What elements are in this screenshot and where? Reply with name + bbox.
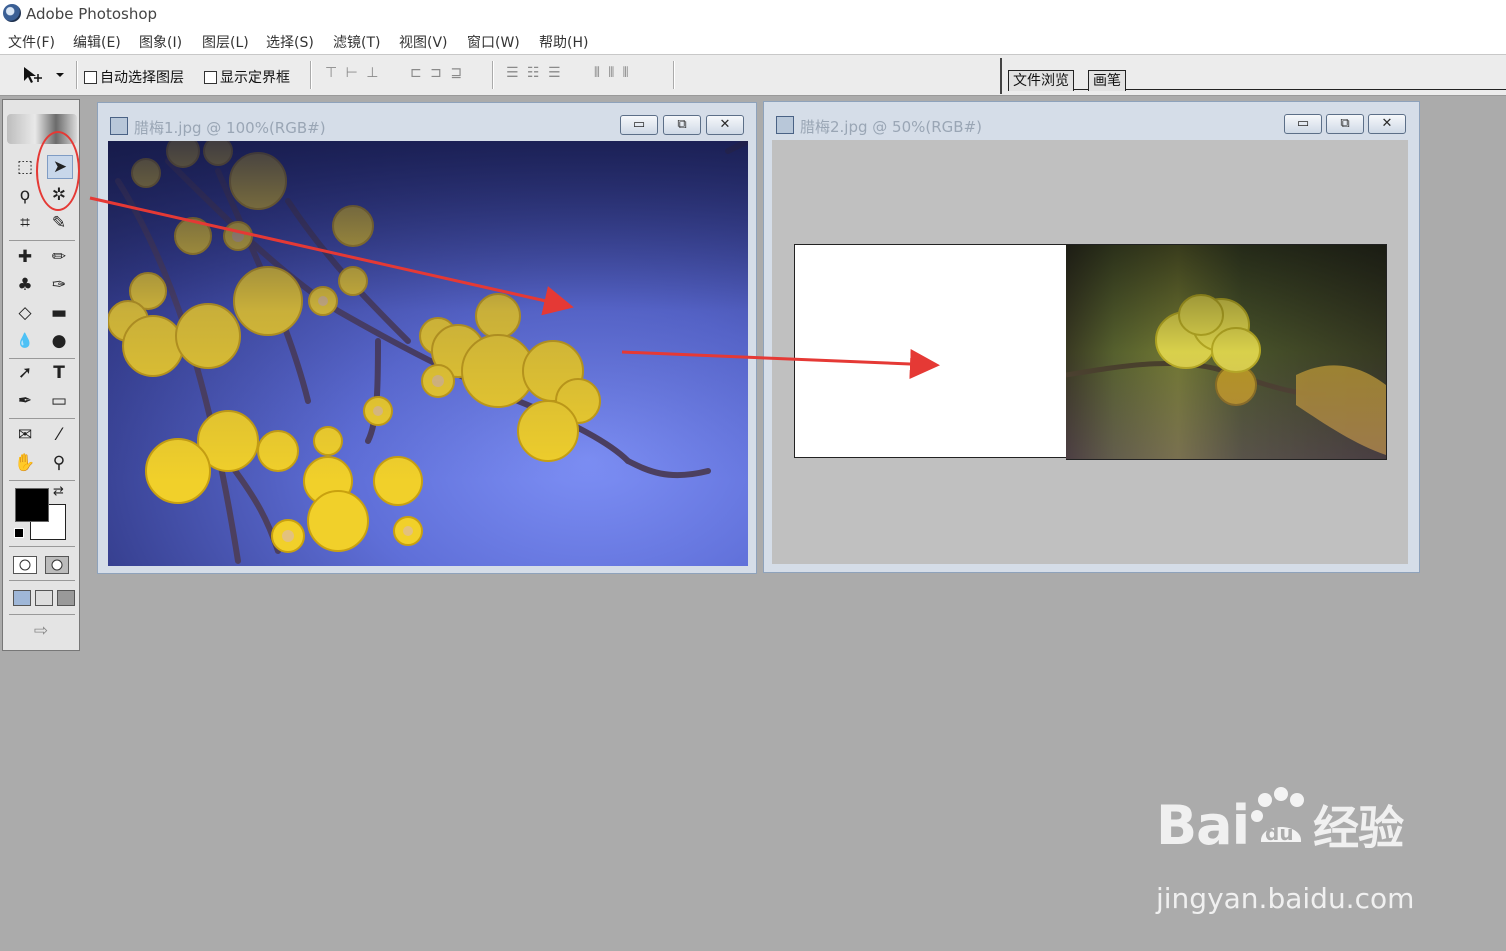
blur-tool-icon[interactable]: 💧 xyxy=(13,330,37,352)
distribute-vertical-icons[interactable]: ☰ ☷ ☰ xyxy=(506,65,563,81)
brush-tool-icon[interactable]: ✏ xyxy=(47,246,71,268)
tab-brushes[interactable]: 画笔 xyxy=(1088,70,1126,91)
document-2-white-area[interactable] xyxy=(794,244,1067,458)
marquee-tool-icon[interactable]: ⬚ xyxy=(13,156,37,178)
standard-screen-mode-button[interactable] xyxy=(13,590,31,606)
menu-file[interactable]: 文件(F) xyxy=(8,32,55,52)
notes-tool-icon[interactable]: ✉ xyxy=(13,424,37,446)
checkbox-box[interactable] xyxy=(84,70,97,84)
default-colors-icon[interactable] xyxy=(14,528,24,538)
align-vertical-icons[interactable]: ⊤ ⊢ ⊥ xyxy=(325,65,381,81)
checkbox-box[interactable] xyxy=(204,70,217,84)
maximize-button[interactable]: ⧉ xyxy=(663,115,701,135)
slice-tool-icon[interactable]: ✎ xyxy=(47,212,71,234)
menu-filter[interactable]: 滤镜(T) xyxy=(333,32,380,52)
document-icon xyxy=(776,116,794,134)
swap-colors-icon[interactable]: ⇄ xyxy=(53,484,64,499)
document-1-canvas[interactable] xyxy=(108,141,748,566)
baidu-jingyan-watermark: Bai du 经验 jingyan.baidu.com xyxy=(1156,786,1414,915)
auto-select-layer-label: 自动选择图层 xyxy=(100,70,184,86)
zoom-tool-icon[interactable]: ⚲ xyxy=(47,452,71,474)
watermark-chinese: 经验 xyxy=(1313,801,1404,855)
full-screen-menu-mode-button[interactable] xyxy=(35,590,53,606)
watermark-brand: Bai xyxy=(1156,794,1250,857)
foreground-color-swatch[interactable] xyxy=(15,488,49,522)
standard-mode-button[interactable] xyxy=(13,556,37,574)
menu-bar: 文件(F) 编辑(E) 图象(I) 图层(L) 选择(S) 滤镜(T) 视图(V… xyxy=(0,28,1506,55)
pen-tool-icon[interactable]: ✒ xyxy=(13,390,37,412)
clone-stamp-tool-icon[interactable]: ♣ xyxy=(13,274,37,296)
show-bounding-box-checkbox[interactable]: 显示定界框 xyxy=(204,67,290,87)
move-tool-icon xyxy=(24,67,64,83)
history-brush-tool-icon[interactable]: ✑ xyxy=(47,274,71,296)
document-2-titlebar[interactable]: 腊梅2.jpg @ 50%(RGB#) ▭ ⧉ ✕ xyxy=(764,102,1419,138)
quick-mask-mode-button[interactable] xyxy=(45,556,69,574)
document-1-titlebar[interactable]: 腊梅1.jpg @ 100%(RGB#) ▭ ⧉ ✕ xyxy=(98,103,756,139)
baidu-paw-icon: du xyxy=(1251,787,1305,845)
document-1-title: 腊梅1.jpg @ 100%(RGB#) xyxy=(134,119,326,137)
show-bounding-box-label: 显示定界框 xyxy=(220,70,290,86)
hand-tool-icon[interactable]: ✋ xyxy=(13,452,37,474)
menu-select[interactable]: 选择(S) xyxy=(266,32,314,52)
watermark-paw-text: du xyxy=(1265,821,1294,845)
path-selection-tool-icon[interactable]: ➚ xyxy=(13,362,37,384)
photoshop-logo-icon xyxy=(3,4,21,22)
menu-help[interactable]: 帮助(H) xyxy=(539,32,588,52)
document-2-workspace xyxy=(772,140,1408,564)
gradient-tool-icon[interactable]: ▬ xyxy=(47,302,71,324)
minimize-button[interactable]: ▭ xyxy=(620,115,658,135)
type-tool-icon[interactable]: T xyxy=(47,362,71,384)
menu-layer[interactable]: 图层(L) xyxy=(202,32,249,52)
close-button[interactable]: ✕ xyxy=(706,115,744,135)
app-title: Adobe Photoshop xyxy=(26,5,158,23)
palette-well: 文件浏览 画笔 xyxy=(1000,58,1506,94)
align-horizontal-icons[interactable]: ⊏ ⊐ ⊒ xyxy=(410,65,464,81)
menu-view[interactable]: 视图(V) xyxy=(399,32,448,52)
menu-window[interactable]: 窗口(W) xyxy=(467,32,520,52)
title-bar: Adobe Photoshop xyxy=(0,0,1506,28)
tab-file-browser[interactable]: 文件浏览 xyxy=(1008,70,1074,91)
distribute-horizontal-icons[interactable]: ⫴ ⫴ ⫴ xyxy=(594,65,631,81)
document-window-1[interactable]: 腊梅1.jpg @ 100%(RGB#) ▭ ⧉ ✕ xyxy=(97,102,757,574)
tool-preset-picker[interactable] xyxy=(20,63,70,87)
lasso-tool-icon[interactable]: ϙ xyxy=(13,184,37,206)
watermark-url: jingyan.baidu.com xyxy=(1156,882,1415,915)
full-screen-mode-button[interactable] xyxy=(57,590,75,606)
close-button[interactable]: ✕ xyxy=(1368,114,1406,134)
minimize-button[interactable]: ▭ xyxy=(1284,114,1322,134)
document-window-2[interactable]: 腊梅2.jpg @ 50%(RGB#) ▭ ⧉ ✕ xyxy=(763,101,1420,573)
menu-image[interactable]: 图象(I) xyxy=(139,32,182,52)
dodge-tool-icon[interactable]: ● xyxy=(47,330,71,352)
document-2-photo[interactable] xyxy=(1066,244,1387,460)
jump-to-imageready-icon[interactable]: ⇨ xyxy=(15,620,67,642)
menu-edit[interactable]: 编辑(E) xyxy=(73,32,121,52)
eyedropper-tool-icon[interactable]: ⁄ xyxy=(47,424,71,446)
annotation-circle xyxy=(36,131,80,211)
rectangle-shape-tool-icon[interactable]: ▭ xyxy=(47,390,71,412)
crop-tool-icon[interactable]: ⌗ xyxy=(13,212,37,234)
healing-brush-tool-icon[interactable]: ✚ xyxy=(13,246,37,268)
eraser-tool-icon[interactable]: ◇ xyxy=(13,302,37,324)
document-2-title: 腊梅2.jpg @ 50%(RGB#) xyxy=(800,118,983,136)
maximize-button[interactable]: ⧉ xyxy=(1326,114,1364,134)
auto-select-layer-checkbox[interactable]: 自动选择图层 xyxy=(84,67,184,87)
document-icon xyxy=(110,117,128,135)
